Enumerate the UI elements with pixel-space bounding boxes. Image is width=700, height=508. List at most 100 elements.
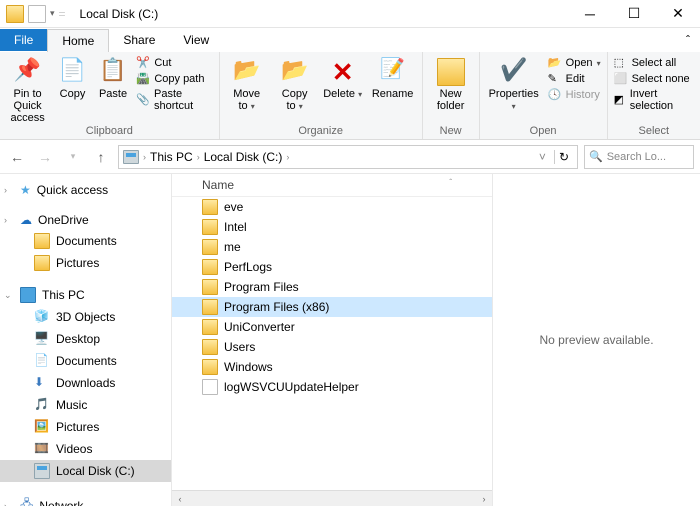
file-item[interactable]: Program Files (x86) <box>172 297 492 317</box>
file-list: Name ˆ eve Intelme PerfLogs Program Files Pr… <box>172 174 492 506</box>
paste-shortcut-button[interactable]: 📎Paste shortcut <box>136 88 212 112</box>
invert-selection-icon: ◩ <box>614 93 626 107</box>
copy-button[interactable]: 📄 Copy <box>55 56 90 100</box>
rename-icon: 📝 <box>379 58 407 86</box>
file-item[interactable]: eve <box>172 197 492 217</box>
preview-text: No preview available. <box>539 333 653 347</box>
folder-icon <box>202 339 218 355</box>
breadcrumb-thispc[interactable]: This PC <box>150 150 193 164</box>
group-organize-caption: Organize <box>226 125 416 139</box>
nav-desktop[interactable]: 🖥️Desktop <box>0 328 171 350</box>
delete-button[interactable]: ✕ Delete ▾ <box>322 56 364 100</box>
search-box[interactable]: 🔍 Search Lo... <box>584 145 694 169</box>
file-icon <box>202 379 218 395</box>
close-button[interactable]: ✕ <box>656 0 700 28</box>
copy-to-button[interactable]: 📂 Copy to ▾ <box>274 56 316 112</box>
nav-network[interactable]: ›🖧Network <box>0 492 171 506</box>
edit-button[interactable]: ✎Edit <box>548 72 601 86</box>
nav-up-button[interactable]: ↑ <box>90 149 112 165</box>
nav-music[interactable]: 🎵Music <box>0 394 171 416</box>
nav-local-disk[interactable]: Local Disk (C:) <box>0 460 171 482</box>
file-name: eve <box>224 200 243 214</box>
file-item[interactable]: Windows <box>172 357 492 377</box>
invert-selection-button[interactable]: ◩Invert selection <box>614 88 694 112</box>
breadcrumb-drive[interactable]: Local Disk (C:) <box>204 150 283 164</box>
nav-onedrive-documents[interactable]: Documents <box>0 230 171 252</box>
open-button[interactable]: 📂Open ▾ <box>548 56 601 70</box>
scroll-left-icon[interactable]: ‹ <box>172 494 188 504</box>
file-item[interactable]: Intel <box>172 217 492 237</box>
delete-icon: ✕ <box>329 58 357 86</box>
move-to-button[interactable]: 📂 Move to ▾ <box>226 56 268 112</box>
file-name: PerfLogs <box>224 260 272 274</box>
file-item[interactable]: PerfLogs <box>172 257 492 277</box>
nav-downloads[interactable]: ⬇Downloads <box>0 372 171 394</box>
address-bar[interactable]: › This PC › Local Disk (C:) › ˅ ↻ <box>118 145 578 169</box>
search-placeholder: Search Lo... <box>607 151 666 163</box>
paste-shortcut-icon: 📎 <box>136 93 150 107</box>
select-all-icon: ⬚ <box>614 56 628 70</box>
select-none-button[interactable]: ⬜Select none <box>614 72 694 86</box>
nav-this-pc[interactable]: ⌄This PC <box>0 284 171 306</box>
rename-button[interactable]: 📝 Rename <box>370 56 416 100</box>
nav-quick-access[interactable]: ›★Quick access <box>0 180 171 200</box>
address-dropdown-icon[interactable]: ˅ <box>535 150 550 164</box>
group-clipboard-caption: Clipboard <box>6 125 213 139</box>
nav-recent-button[interactable]: ▾ <box>62 151 84 162</box>
history-button[interactable]: 🕓History <box>548 88 601 102</box>
pin-to-quick-access-button[interactable]: 📌 Pin to Quick access <box>6 56 49 124</box>
edit-icon: ✎ <box>548 72 562 86</box>
tab-file[interactable]: File <box>0 29 47 51</box>
folder-icon <box>202 259 218 275</box>
qat-properties-icon[interactable] <box>28 5 46 23</box>
folder-icon <box>202 239 218 255</box>
tab-share[interactable]: Share <box>109 29 169 51</box>
nav-forward-button[interactable]: → <box>34 149 56 165</box>
nav-back-button[interactable]: ← <box>6 149 28 165</box>
navbar: ← → ▾ ↑ › This PC › Local Disk (C:) › ˅ … <box>0 140 700 174</box>
file-item[interactable]: logWSVCUUpdateHelper <box>172 377 492 397</box>
file-name: Program Files <box>224 280 299 294</box>
group-open-caption: Open <box>486 125 601 139</box>
nav-pictures[interactable]: 🖼️Pictures <box>0 416 171 438</box>
titlebar: ▾ = Local Disk (C:) ─ ☐ ✕ <box>0 0 700 28</box>
file-name: Windows <box>224 360 273 374</box>
refresh-button[interactable]: ↻ <box>554 150 573 164</box>
move-to-icon: 📂 <box>233 58 261 86</box>
horizontal-scrollbar[interactable]: ‹ › <box>172 490 492 506</box>
ribbon-collapse-icon[interactable]: ˆ <box>676 33 700 47</box>
copy-path-button[interactable]: 🛣️Copy path <box>136 72 212 86</box>
paste-button[interactable]: 📋 Paste <box>96 56 131 100</box>
copy-icon: 📄 <box>58 58 86 86</box>
new-folder-button[interactable]: New folder <box>429 56 473 112</box>
pin-icon: 📌 <box>14 58 42 86</box>
minimize-button[interactable]: ─ <box>568 0 612 28</box>
drive-icon <box>123 150 139 164</box>
file-item[interactable]: me <box>172 237 492 257</box>
scroll-right-icon[interactable]: › <box>476 494 492 504</box>
nav-documents[interactable]: 📄Documents <box>0 350 171 372</box>
nav-videos[interactable]: 🎞️Videos <box>0 438 171 460</box>
file-name: Users <box>224 340 255 354</box>
qat-dropdown-icon[interactable]: ▾ <box>50 8 55 19</box>
cut-button[interactable]: ✂️Cut <box>136 56 212 70</box>
nav-3d-objects[interactable]: 🧊3D Objects <box>0 306 171 328</box>
preview-pane: No preview available. <box>492 174 700 506</box>
tab-home[interactable]: Home <box>47 29 109 52</box>
column-name[interactable]: Name <box>202 178 449 192</box>
sort-indicator-icon: ˆ <box>449 178 492 192</box>
properties-button[interactable]: ✔️ Properties ▾ <box>486 56 542 112</box>
select-all-button[interactable]: ⬚Select all <box>614 56 694 70</box>
new-folder-icon <box>437 58 465 86</box>
app-icon <box>6 5 24 23</box>
search-icon: 🔍 <box>589 150 603 163</box>
maximize-button[interactable]: ☐ <box>612 0 656 28</box>
file-item[interactable]: Program Files <box>172 277 492 297</box>
nav-onedrive-pictures[interactable]: Pictures <box>0 252 171 274</box>
file-item[interactable]: Users <box>172 337 492 357</box>
file-item[interactable]: UniConverter <box>172 317 492 337</box>
window-title: Local Disk (C:) <box>72 7 159 21</box>
tab-view[interactable]: View <box>169 29 223 51</box>
column-header[interactable]: Name ˆ <box>172 174 492 197</box>
nav-onedrive[interactable]: ›☁OneDrive <box>0 210 171 230</box>
